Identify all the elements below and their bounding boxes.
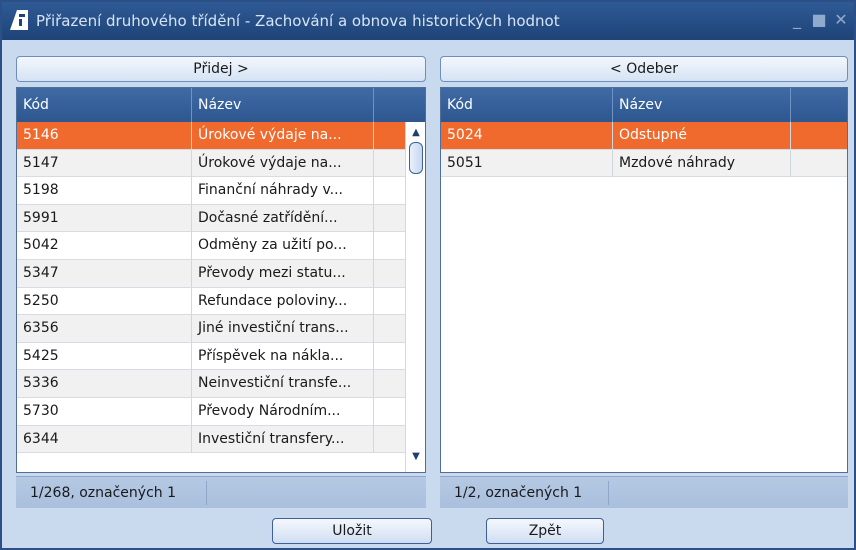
- cell-kod: 5425: [17, 342, 192, 370]
- table-row[interactable]: 5147 Úrokové výdaje na...: [17, 149, 405, 178]
- table-row[interactable]: 5051 Mzdové náhrady: [441, 149, 847, 178]
- assigned-items-grid[interactable]: Kód Název 5024 Odstupné 5051 Mzdové náhrad…: [440, 87, 848, 473]
- table-row[interactable]: 5730 Převody Národním...: [17, 397, 405, 426]
- column-header-nazev[interactable]: Název: [613, 88, 791, 122]
- cell-kod: 6344: [17, 425, 192, 453]
- scroll-up-icon[interactable]: ▲: [410, 128, 422, 138]
- right-status-bar: 1/2, označených 1: [440, 476, 848, 508]
- scrollbar-thumb[interactable]: [409, 142, 423, 174]
- table-row[interactable]: 5347 Převody mezi statu...: [17, 259, 405, 288]
- cell-kod: 5024: [441, 122, 613, 149]
- cell-nazev: Mzdové náhrady: [613, 149, 791, 177]
- cell-kod: 5336: [17, 370, 192, 398]
- table-row[interactable]: 5042 Odměny za užití po...: [17, 232, 405, 260]
- window-title: Přiřazení druhového třídění - Zachování …: [36, 12, 560, 30]
- cell-nazev: Převody Národním...: [192, 397, 374, 425]
- save-button[interactable]: Uložit: [272, 518, 432, 544]
- cell-nazev: Refundace poloviny...: [192, 287, 374, 315]
- cell-nazev: Úrokové výdaje na...: [192, 149, 374, 177]
- grid-header: Kód Název: [17, 88, 425, 122]
- left-status-bar: 1/268, označených 1: [16, 476, 426, 508]
- table-row[interactable]: 5146 Úrokové výdaje na...: [17, 122, 405, 150]
- table-row[interactable]: 5198 Finanční náhrady v...: [17, 177, 405, 205]
- column-header-kod[interactable]: Kód: [441, 88, 613, 122]
- back-button[interactable]: Zpět: [486, 518, 604, 544]
- cell-nazev: Odstupné: [613, 122, 791, 149]
- vertical-scrollbar[interactable]: ▲ ▼: [405, 122, 425, 472]
- cell-nazev: Finanční náhrady v...: [192, 177, 374, 205]
- table-row[interactable]: 5024 Odstupné: [441, 122, 847, 150]
- dialog-window: Přiřazení druhového třídění - Zachování …: [0, 0, 856, 550]
- table-row[interactable]: 6356 Jiné investiční trans...: [17, 315, 405, 343]
- cell-nazev: Investiční transfery...: [192, 425, 374, 453]
- cell-kod: 5730: [17, 397, 192, 425]
- cell-nazev: Převody mezi statu...: [192, 259, 374, 287]
- grid-rows: 5024 Odstupné 5051 Mzdové náhrady: [441, 122, 847, 178]
- column-header-nazev[interactable]: Název: [192, 88, 374, 122]
- status-divider: [206, 481, 207, 505]
- cell-kod: 5147: [17, 149, 192, 177]
- scroll-down-icon[interactable]: ▼: [410, 452, 422, 462]
- column-header-kod[interactable]: Kód: [17, 88, 192, 122]
- table-row[interactable]: 6344 Investiční transfery...: [17, 425, 405, 454]
- cell-kod: 5198: [17, 177, 192, 205]
- table-row[interactable]: 5250 Refundace poloviny...: [17, 287, 405, 316]
- app-logo-icon: [10, 10, 28, 30]
- left-status-text: 1/268, označených 1: [30, 485, 177, 501]
- cell-nazev: Úrokové výdaje na...: [192, 122, 374, 149]
- table-row[interactable]: 5336 Neinvestiční transfe...: [17, 370, 405, 398]
- maximize-icon[interactable]: ■: [810, 11, 828, 29]
- cell-kod: 5991: [17, 204, 192, 232]
- title-bar[interactable]: Přiřazení druhového třídění - Zachování …: [2, 2, 854, 40]
- grid-rows: 5146 Úrokové výdaje na... 5147 Úrokové výd…: [17, 122, 405, 454]
- right-status-text: 1/2, označených 1: [454, 485, 583, 501]
- cell-kod: 5051: [441, 149, 613, 177]
- status-divider: [608, 481, 609, 505]
- table-row[interactable]: 5991 Dočasné zatřídění...: [17, 204, 405, 233]
- cell-kod: 6356: [17, 315, 192, 343]
- remove-button[interactable]: < Odeber: [440, 56, 848, 82]
- cell-nazev: Dočasné zatřídění...: [192, 204, 374, 232]
- cell-nazev: Příspěvek na nákla...: [192, 342, 374, 370]
- cell-nazev: Odměny za užití po...: [192, 232, 374, 260]
- close-icon[interactable]: ✕: [832, 11, 850, 29]
- grid-header: Kód Název: [441, 88, 847, 122]
- available-items-grid[interactable]: Kód Název 5146 Úrokové výdaje na... 5147 Ú…: [16, 87, 426, 473]
- minimize-icon[interactable]: _: [788, 11, 806, 29]
- cell-kod: 5146: [17, 122, 192, 149]
- cell-kod: 5250: [17, 287, 192, 315]
- add-button[interactable]: Přidej >: [16, 56, 426, 82]
- cell-nazev: Neinvestiční transfe...: [192, 370, 374, 398]
- cell-kod: 5347: [17, 259, 192, 287]
- table-row[interactable]: 5425 Příspěvek na nákla...: [17, 342, 405, 371]
- cell-nazev: Jiné investiční trans...: [192, 315, 374, 343]
- cell-kod: 5042: [17, 232, 192, 260]
